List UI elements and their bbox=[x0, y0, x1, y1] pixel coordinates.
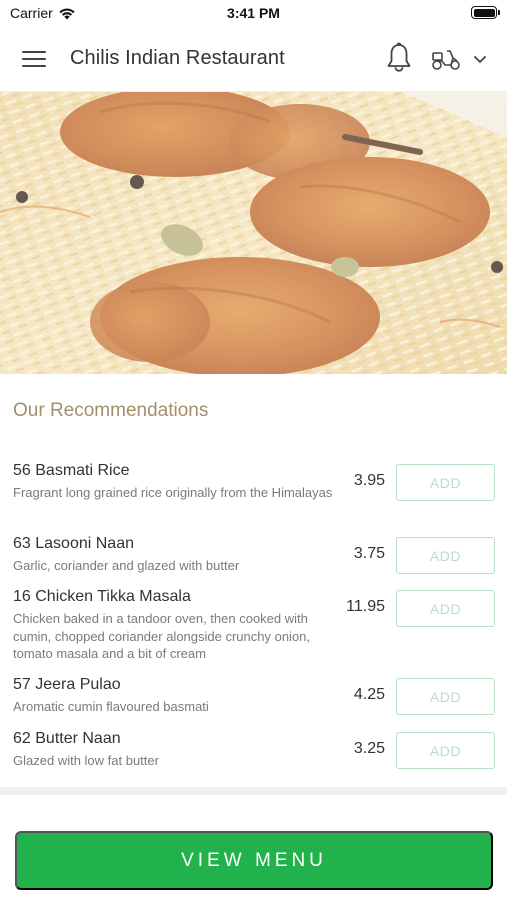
hero-food-image bbox=[0, 92, 507, 374]
chevron-down-icon[interactable] bbox=[472, 53, 488, 65]
item-price: 3.75 bbox=[353, 545, 385, 562]
status-time: 3:41 PM bbox=[227, 5, 280, 21]
app-header: Chilis Indian Restaurant bbox=[0, 26, 507, 92]
item-price: 4.25 bbox=[353, 686, 385, 703]
add-button[interactable]: ADD bbox=[396, 464, 495, 501]
item-description: Glazed with low fat butter bbox=[13, 753, 159, 768]
status-bar: Carrier 3:41 PM bbox=[0, 0, 507, 26]
biryani-illustration bbox=[0, 92, 507, 374]
item-price: 3.25 bbox=[353, 740, 385, 757]
restaurant-title: Chilis Indian Restaurant bbox=[70, 47, 285, 69]
recommendations-heading: Our Recommendations bbox=[13, 400, 209, 421]
view-menu-button[interactable]: VIEW MENU bbox=[15, 831, 493, 890]
item-name: 56 Basmati Rice bbox=[13, 462, 130, 479]
item-name: 57 Jeera Pulao bbox=[13, 676, 121, 693]
section-divider bbox=[0, 787, 507, 795]
item-description: Fragrant long grained rice originally fr… bbox=[13, 485, 333, 500]
add-button[interactable]: ADD bbox=[396, 590, 495, 627]
item-name: 63 Lasooni Naan bbox=[13, 535, 134, 552]
add-button[interactable]: ADD bbox=[396, 678, 495, 715]
item-name: 62 Butter Naan bbox=[13, 730, 121, 747]
delivery-scooter-icon[interactable] bbox=[430, 46, 462, 72]
item-description: Garlic, coriander and glazed with butter bbox=[13, 558, 240, 573]
bell-icon[interactable] bbox=[385, 42, 413, 74]
add-button[interactable]: ADD bbox=[396, 537, 495, 574]
item-description: Aromatic cumin flavoured basmati bbox=[13, 699, 209, 714]
item-price: 11.95 bbox=[346, 598, 385, 615]
item-name: 16 Chicken Tikka Masala bbox=[13, 588, 191, 605]
item-price: 3.95 bbox=[353, 472, 385, 489]
battery-icon bbox=[471, 6, 500, 19]
hamburger-menu-icon[interactable] bbox=[22, 49, 48, 69]
battery-fill bbox=[473, 8, 495, 17]
add-button[interactable]: ADD bbox=[396, 732, 495, 769]
item-description: Chicken baked in a tandoor oven, then co… bbox=[13, 611, 311, 661]
